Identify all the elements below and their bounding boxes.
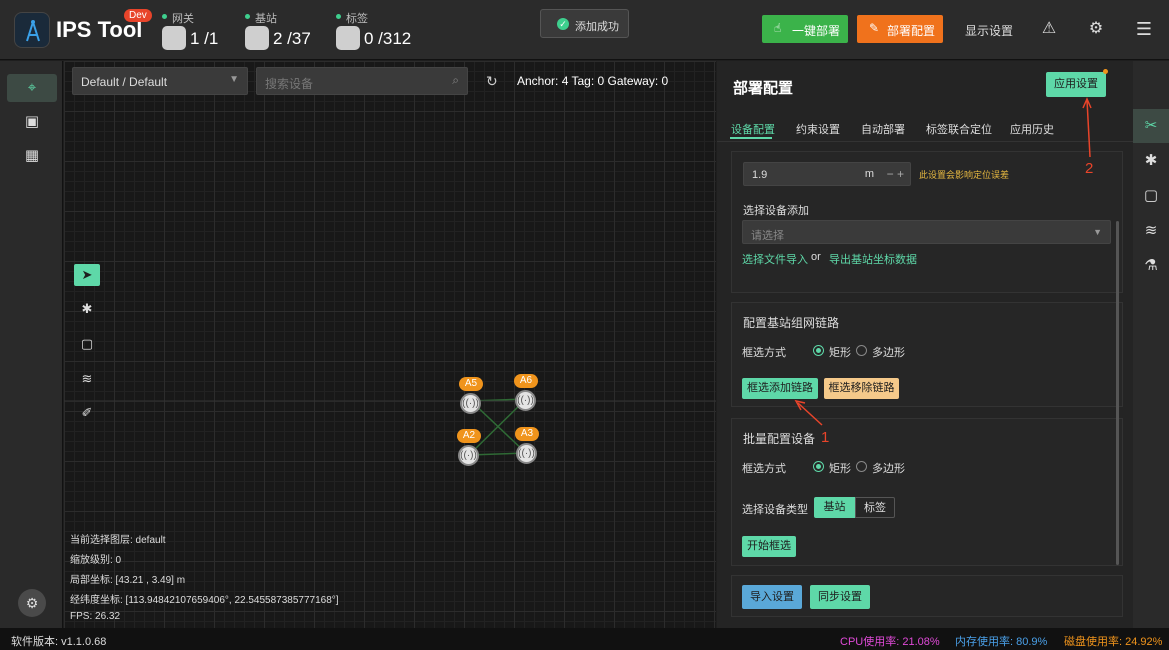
version-text: 软件版本: v1.1.0.68 bbox=[11, 636, 107, 648]
annotation-arrows bbox=[794, 97, 1092, 426]
cpu-usage: CPU使用率: 21.08% bbox=[840, 636, 940, 648]
status-bar: 软件版本: v1.1.0.68 CPU使用率: 21.08% 内存使用率: 80… bbox=[0, 628, 1169, 650]
annotation-2: 2 bbox=[1085, 160, 1094, 177]
memory-usage: 内存使用率: 80.9% bbox=[955, 636, 1048, 648]
annotation-1: 1 bbox=[821, 429, 830, 446]
disk-usage: 磁盘使用率: 24.92% bbox=[1064, 636, 1163, 648]
